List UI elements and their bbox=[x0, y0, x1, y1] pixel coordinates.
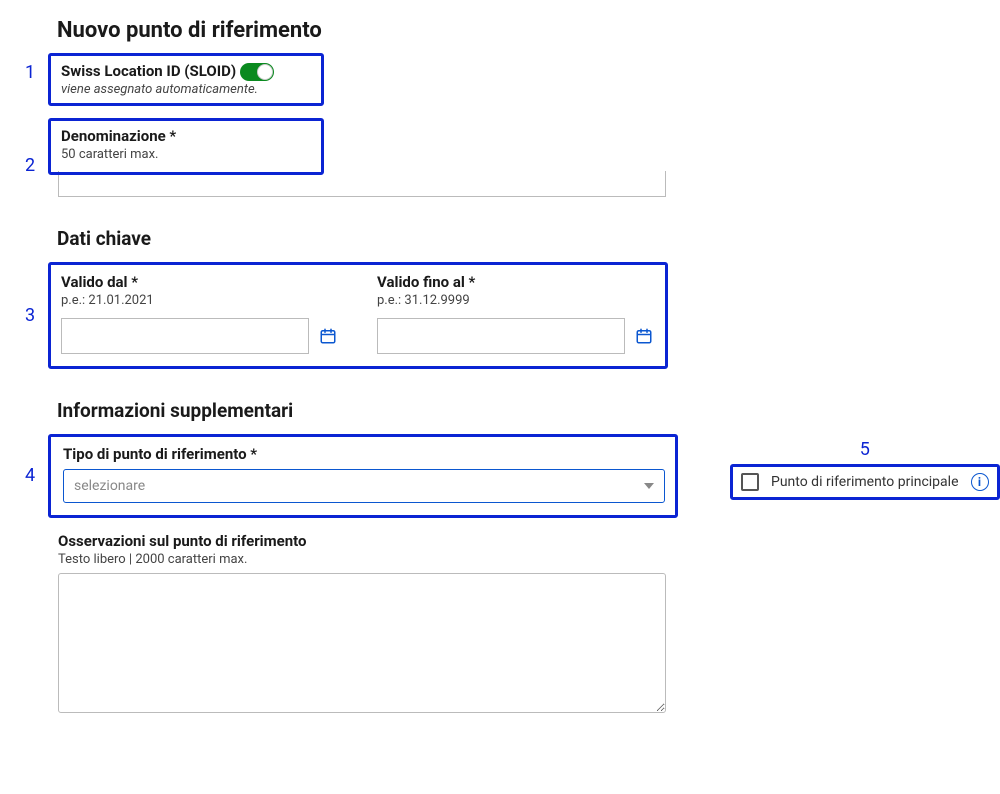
calendar-icon[interactable] bbox=[635, 327, 653, 345]
annotation-number-3: 3 bbox=[25, 305, 35, 326]
principale-checkbox[interactable] bbox=[741, 473, 759, 491]
tipo-label: Tipo di punto di riferimento * bbox=[63, 445, 663, 463]
info-supp-title: Informazioni supplementari bbox=[57, 399, 1000, 422]
osservazioni-textarea[interactable] bbox=[58, 573, 666, 713]
tipo-box: 4 Tipo di punto di riferimento * selezio… bbox=[48, 434, 678, 518]
sloid-label: Swiss Location ID (SLOID) bbox=[61, 62, 236, 80]
toggle-knob-icon bbox=[257, 64, 273, 80]
info-icon[interactable]: i bbox=[971, 473, 989, 491]
principale-box: 5 Punto di riferimento principale i bbox=[730, 464, 1000, 500]
osservazioni-label: Osservazioni sul punto di riferimento bbox=[58, 532, 1000, 550]
sloid-box: 1 Swiss Location ID (SLOID) viene assegn… bbox=[48, 53, 324, 106]
page-title: Nuovo punto di riferimento bbox=[57, 18, 1000, 43]
valido-fino-label: Valido fino al * bbox=[377, 273, 653, 291]
sloid-hint: viene assegnato automaticamente. bbox=[61, 82, 311, 97]
calendar-icon[interactable] bbox=[319, 327, 337, 345]
tipo-placeholder: selezionare bbox=[74, 478, 145, 494]
valido-fino-hint: p.e.: 31.12.9999 bbox=[377, 293, 653, 308]
chevron-down-icon bbox=[644, 483, 654, 489]
annotation-number-5: 5 bbox=[860, 439, 870, 460]
annotation-number-1: 1 bbox=[25, 62, 35, 83]
annotation-number-2: 2 bbox=[25, 155, 35, 176]
denominazione-box: 2 Denominazione * 50 caratteri max. bbox=[48, 118, 324, 175]
valido-dal-input[interactable] bbox=[61, 318, 309, 354]
denominazione-hint: 50 caratteri max. bbox=[61, 147, 311, 162]
principale-label: Punto di riferimento principale bbox=[771, 474, 959, 490]
valido-fino-input[interactable] bbox=[377, 318, 625, 354]
valido-dal-hint: p.e.: 21.01.2021 bbox=[61, 293, 337, 308]
sloid-toggle[interactable] bbox=[240, 63, 274, 81]
valido-fino-col: Valido fino al * p.e.: 31.12.9999 bbox=[377, 273, 653, 354]
osservazioni-hint: Testo libero | 2000 caratteri max. bbox=[58, 552, 1000, 567]
denominazione-label: Denominazione * bbox=[61, 127, 311, 145]
valido-dal-col: Valido dal * p.e.: 21.01.2021 bbox=[61, 273, 337, 354]
annotation-number-4: 4 bbox=[25, 465, 35, 486]
dati-chiave-title: Dati chiave bbox=[57, 227, 1000, 250]
dates-box: 3 Valido dal * p.e.: 21.01.2021 Valido f… bbox=[48, 262, 668, 369]
valido-dal-label: Valido dal * bbox=[61, 273, 337, 291]
tipo-select[interactable]: selezionare bbox=[63, 469, 665, 503]
